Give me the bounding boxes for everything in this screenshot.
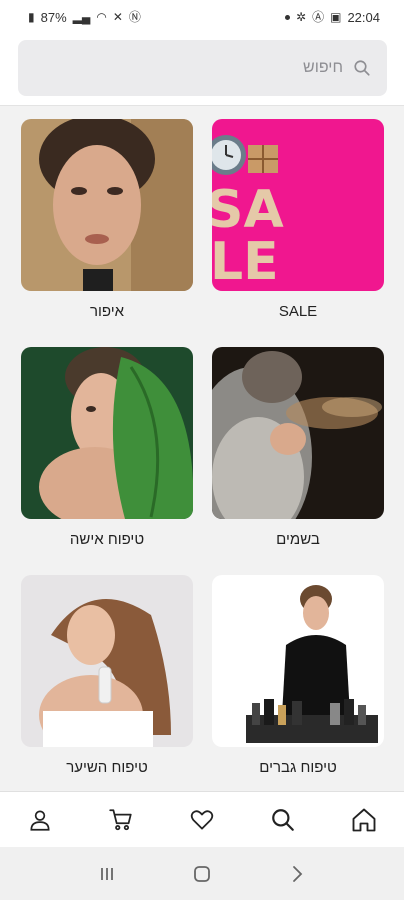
men-care-image[interactable] [212,575,384,747]
back-icon[interactable] [287,864,307,884]
status-right: ✲ Ⓐ ▣ 22:04 [285,10,380,25]
category-label[interactable]: טיפוח השיער [21,759,193,776]
search-icon[interactable] [353,59,371,77]
nav-cart-button[interactable] [97,796,145,844]
battery-percentage: 87% [40,9,67,25]
nav-wishlist-button[interactable] [178,796,226,844]
hair-care-image[interactable] [21,575,193,747]
cart-icon[interactable] [108,807,134,833]
mute-icon: ✕ [112,10,123,24]
category-label[interactable]: טיפוח גברים [212,759,384,776]
app-notification-icon: Ⓐ [312,10,325,24]
category-label[interactable]: טיפוח אישה [21,531,193,548]
category-card-makeup[interactable]: איפור [21,119,193,320]
battery-icon: ▮ [28,10,35,24]
notification-dot-icon [285,14,291,20]
category-card-woman-care[interactable]: טיפוח אישה [21,347,193,548]
signal-icon: ▂▄ [72,10,91,24]
category-label[interactable]: בשמים [212,531,384,548]
makeup-image[interactable] [21,119,193,291]
perfume-image[interactable] [212,347,384,519]
category-card-perfume[interactable]: בשמים [212,347,384,548]
home-system-icon[interactable] [192,864,212,884]
settings-notification-icon: ✲ [296,10,307,24]
nav-search-button[interactable] [259,796,307,844]
sale-image-text-bottom: LE [212,232,279,291]
user-icon[interactable] [27,807,53,833]
woman-care-image[interactable] [21,347,193,519]
sale-image[interactable]: SA LE [212,119,384,291]
nav-home-button[interactable] [340,796,388,844]
system-navigation-bar [0,847,404,900]
recent-apps-icon[interactable] [97,864,117,884]
heart-icon[interactable] [189,807,215,833]
category-card-men-care[interactable]: טיפוח גברים [212,575,384,776]
clock: 22:04 [347,9,380,25]
category-label[interactable]: איפור [21,303,193,320]
category-card-sale[interactable]: SA LE SALE [212,119,384,320]
category-grid: SA LE SALE איפור בשמים טיפוח אישה טיפוח … [0,107,404,791]
header [0,34,404,106]
category-label[interactable]: SALE [212,303,384,320]
home-icon[interactable] [350,806,378,834]
sale-image-text-top: SA [212,180,284,240]
search-bar[interactable] [18,40,387,96]
search-icon[interactable] [270,807,296,833]
nfc-icon: Ⓝ [128,10,141,24]
search-input[interactable] [34,59,343,77]
nav-account-button[interactable] [16,796,64,844]
category-card-hair-care[interactable]: טיפוח השיער [21,575,193,776]
status-left: ▮ 87% ▂▄ ◠ ✕ Ⓝ [28,10,141,25]
gallery-notification-icon: ▣ [330,10,342,24]
wifi-icon: ◠ [96,10,107,24]
bottom-navigation [0,791,404,847]
status-bar: ▮ 87% ▂▄ ◠ ✕ Ⓝ ✲ Ⓐ ▣ 22:04 [0,0,404,34]
